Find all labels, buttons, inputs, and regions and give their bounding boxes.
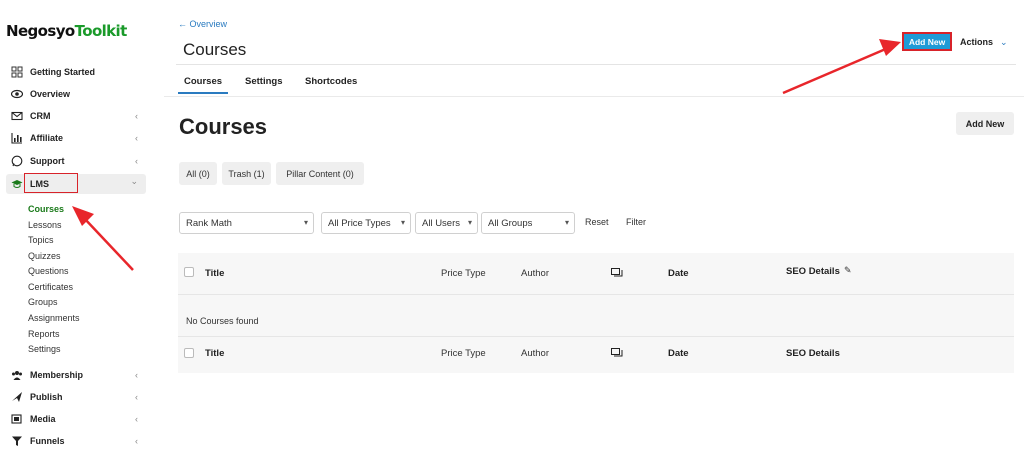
tab-shortcodes[interactable]: Shortcodes xyxy=(305,76,357,87)
funnel-icon xyxy=(10,434,24,448)
chevron-left-icon: ‹ xyxy=(135,370,138,380)
users-icon xyxy=(10,368,24,382)
breadcrumb[interactable]: ← Overview xyxy=(178,19,227,29)
grid-icon xyxy=(10,65,24,79)
chevron-left-icon: ‹ xyxy=(135,133,138,143)
column-date-footer[interactable]: Date xyxy=(668,348,689,359)
sidebar-sub-courses[interactable]: Courses xyxy=(28,204,64,214)
sidebar-item-label: Publish xyxy=(30,392,63,402)
chevron-left-icon: ‹ xyxy=(135,436,138,446)
tab-settings[interactable]: Settings xyxy=(245,76,282,87)
comments-icon xyxy=(611,268,623,277)
sidebar-sub-lessons[interactable]: Lessons xyxy=(28,220,62,230)
sidebar-item-label: Media xyxy=(30,414,56,424)
sidebar-item-crm[interactable]: CRM ‹ xyxy=(6,106,146,126)
sidebar-sub-groups[interactable]: Groups xyxy=(28,297,58,307)
sidebar-item-overview[interactable]: Overview xyxy=(6,84,146,104)
filter-trash[interactable]: Trash (1) xyxy=(222,162,271,185)
sidebar-item-getting-started[interactable]: Getting Started xyxy=(6,62,146,82)
chevron-left-icon: ‹ xyxy=(135,111,138,121)
chevron-down-icon: ▾ xyxy=(303,218,308,227)
column-author-footer: Author xyxy=(521,348,549,359)
tabs-divider xyxy=(164,96,1024,97)
pencil-icon[interactable]: ✎ xyxy=(844,265,852,276)
sidebar-item-label: Support xyxy=(30,156,65,166)
sidebar-sub-quizzes[interactable]: Quizzes xyxy=(28,251,61,261)
sidebar-item-media[interactable]: Media ‹ xyxy=(6,409,146,429)
courses-table xyxy=(178,253,1014,373)
sidebar-sub-settings[interactable]: Settings xyxy=(28,344,61,354)
sidebar-sub-reports[interactable]: Reports xyxy=(28,329,60,339)
column-price-type: Price Type xyxy=(441,268,486,279)
select-all-checkbox-footer[interactable] xyxy=(184,348,194,358)
media-icon xyxy=(10,412,24,426)
column-author: Author xyxy=(521,268,549,279)
sidebar-item-label: Funnels xyxy=(30,436,65,446)
sidebar-sub-certificates[interactable]: Certificates xyxy=(28,282,73,292)
chevron-down-icon: ▾ xyxy=(564,218,569,227)
filter-button[interactable]: Filter xyxy=(626,217,646,227)
graduation-cap-icon xyxy=(10,177,24,191)
chevron-down-icon[interactable]: ⌄ xyxy=(1000,37,1008,48)
sidebar-item-publish[interactable]: Publish ‹ xyxy=(6,387,146,407)
brand-logo[interactable]: NegosyoToolkit xyxy=(6,22,127,40)
rank-math-select[interactable]: Rank Math ▾ xyxy=(179,212,314,234)
actions-menu-button[interactable]: Actions xyxy=(960,37,993,47)
chevron-left-icon: ‹ xyxy=(135,414,138,424)
lms-highlight-box xyxy=(24,173,78,193)
filter-pillar-content[interactable]: Pillar Content (0) xyxy=(276,162,364,185)
sidebar-item-label: Getting Started xyxy=(30,67,96,77)
column-seo-details: SEO Details xyxy=(786,266,840,277)
sidebar-item-affiliate[interactable]: Affiliate ‹ xyxy=(6,128,146,148)
column-seo-details-footer: SEO Details xyxy=(786,348,840,359)
column-price-type-footer: Price Type xyxy=(441,348,486,359)
sidebar-sub-topics[interactable]: Topics xyxy=(28,235,54,245)
reset-button[interactable]: Reset xyxy=(585,217,609,227)
section-title: Courses xyxy=(179,114,268,139)
whatsapp-icon xyxy=(10,154,24,168)
sidebar-item-label: Overview xyxy=(30,89,71,99)
price-types-select[interactable]: All Price Types ▾ xyxy=(321,212,411,234)
column-date[interactable]: Date xyxy=(668,268,689,279)
chevron-down-icon: ▾ xyxy=(400,218,405,227)
table-divider xyxy=(178,336,1014,337)
users-select[interactable]: All Users ▾ xyxy=(415,212,478,234)
column-title[interactable]: Title xyxy=(205,268,224,279)
chevron-down-icon: ⌄ xyxy=(130,176,138,186)
sidebar: NegosyoToolkit Getting Started Overview … xyxy=(0,0,156,453)
mail-icon xyxy=(10,109,24,123)
add-new-button[interactable]: Add New xyxy=(902,32,952,51)
chevron-left-icon: ‹ xyxy=(135,156,138,166)
sidebar-item-membership[interactable]: Membership ‹ xyxy=(6,365,146,385)
arrow-to-add-new xyxy=(782,46,889,95)
chart-icon xyxy=(10,131,24,145)
sidebar-item-label: Membership xyxy=(30,370,84,380)
groups-select[interactable]: All Groups ▾ xyxy=(481,212,575,234)
chevron-left-icon: ‹ xyxy=(135,392,138,402)
send-icon xyxy=(10,390,24,404)
add-new-secondary-button[interactable]: Add New xyxy=(956,112,1014,135)
filter-all[interactable]: All (0) xyxy=(179,162,217,185)
empty-message: No Courses found xyxy=(186,316,259,326)
sidebar-sub-assignments[interactable]: Assignments xyxy=(28,313,80,323)
arrow-head-add-new xyxy=(879,39,901,56)
eye-icon xyxy=(10,87,24,101)
active-tab-indicator xyxy=(178,92,228,94)
select-all-checkbox[interactable] xyxy=(184,267,194,277)
comments-icon xyxy=(611,348,623,357)
chevron-down-icon: ▾ xyxy=(467,218,472,227)
tab-courses[interactable]: Courses xyxy=(184,76,222,87)
sidebar-item-support[interactable]: Support ‹ xyxy=(6,151,146,171)
sidebar-item-label: Affiliate xyxy=(30,133,64,143)
sidebar-sub-questions[interactable]: Questions xyxy=(28,266,69,276)
sidebar-item-funnels[interactable]: Funnels ‹ xyxy=(6,431,146,451)
column-title-footer[interactable]: Title xyxy=(205,348,224,359)
page-title: Courses xyxy=(183,40,247,59)
header-divider xyxy=(176,64,1016,65)
sidebar-item-label: CRM xyxy=(30,111,51,121)
table-divider xyxy=(178,294,1014,295)
